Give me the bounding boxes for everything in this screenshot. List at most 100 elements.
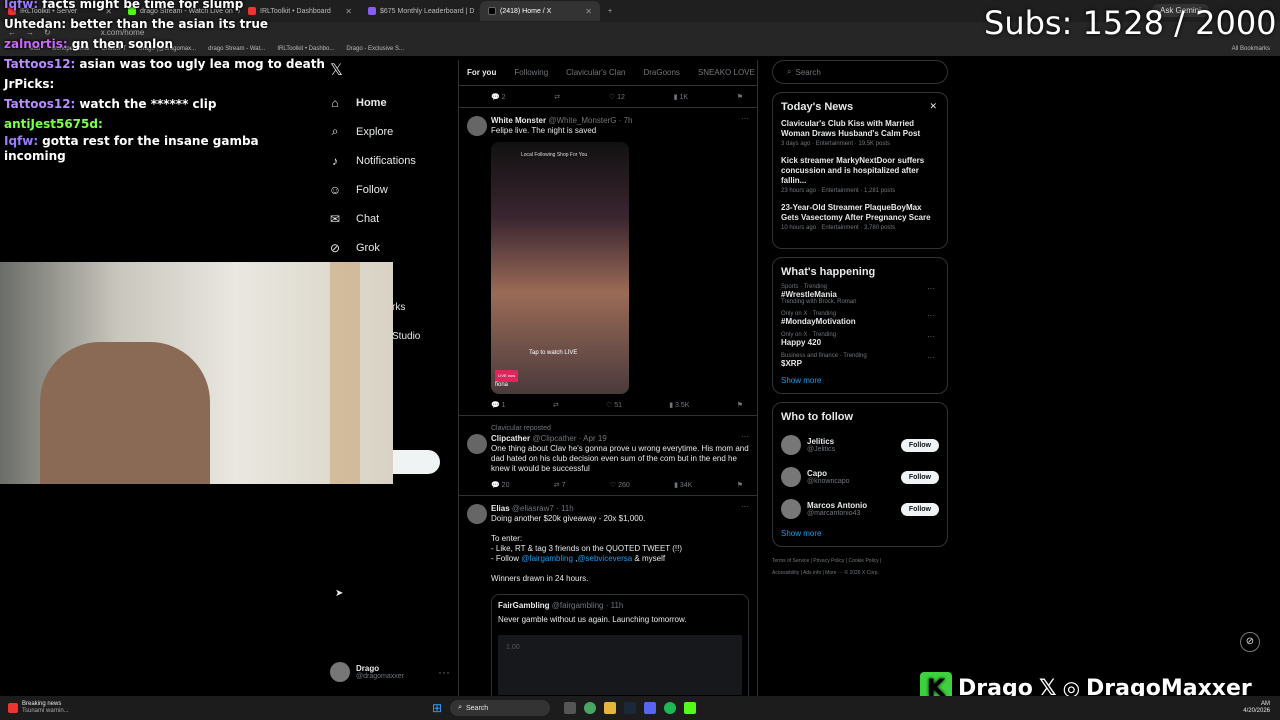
show-more-link[interactable]: Show more <box>781 529 939 538</box>
bookmark-icon[interactable]: ⚑ <box>737 93 743 101</box>
tweet[interactable]: ··· Elias @eliasraw7 · 11h Doing another… <box>459 496 757 696</box>
more-icon[interactable]: ··· <box>438 665 450 679</box>
trend-item[interactable]: Only on X · Trending Happy 420 ··· <box>781 332 939 347</box>
search-icon: ⌕ <box>787 67 792 76</box>
views-count[interactable]: ▮ 1K <box>674 93 688 101</box>
new-tab-button[interactable]: + <box>600 1 620 21</box>
card-title: What's happening <box>781 266 876 278</box>
like-button[interactable]: ♡ 260 <box>610 481 630 489</box>
bell-icon: ♪ <box>332 153 338 168</box>
trend-item[interactable]: Sports · Trending #WrestleMania Trending w… <box>781 284 939 305</box>
chat-message: Iqfw: gotta rest for the insane gamba inc… <box>0 134 280 164</box>
kick-icon[interactable] <box>684 702 697 714</box>
trend-item[interactable]: Business and finance · Trending $XRP ··· <box>781 353 939 368</box>
like-button[interactable]: ♡ 51 <box>606 401 622 409</box>
tab-sneako[interactable]: SNEAKO LOVE SPEED <box>698 68 757 77</box>
repost-button[interactable]: ⇄ 7 <box>554 481 566 489</box>
follow-button[interactable]: Follow <box>900 502 939 516</box>
views-count[interactable]: ▮ 3.5K <box>669 401 689 409</box>
follow-suggestion[interactable]: Jelitics @Jelitics Follow <box>781 429 939 461</box>
follow-button[interactable]: Follow <box>900 438 939 452</box>
windows-start-icon[interactable]: ⊞ <box>432 701 442 715</box>
follow-suggestion[interactable]: Marcos Antonio @marcantonio43 Follow <box>781 493 939 525</box>
nav-item-follow[interactable]: ☺ Follow <box>328 175 458 204</box>
news-widget[interactable]: Breaking news Tsunami warnin... <box>0 701 120 715</box>
mouse-cursor-icon: ➤ <box>335 588 344 599</box>
post-button[interactable] <box>392 450 440 474</box>
news-item[interactable]: Kick streamer MarkyNextDoor suffers conc… <box>781 156 939 194</box>
grok-float-icon[interactable]: ⊘ <box>1240 632 1260 652</box>
tab-clavicular-clan[interactable]: Clavicular's Clan <box>566 68 625 77</box>
follow-suggestion[interactable]: Capo @knowncapo Follow <box>781 461 939 493</box>
bookmark-icon[interactable]: ⚑ <box>737 481 743 489</box>
discord-icon[interactable] <box>644 702 657 714</box>
x-logo-icon[interactable]: 𝕏 <box>328 60 458 88</box>
search-input[interactable]: ⌕ Search <box>772 60 948 84</box>
nav-item-notifications[interactable]: ♪ Notifications <box>328 146 458 175</box>
folder-icon[interactable] <box>604 702 617 714</box>
nav-item-label: Home <box>356 96 387 109</box>
reply-button[interactable]: 💬 1 <box>491 401 506 409</box>
account-switcher[interactable]: Drago @dragomaxxer ··· <box>330 662 450 682</box>
spotify-icon[interactable] <box>664 702 677 714</box>
chrome-icon[interactable] <box>584 702 597 714</box>
reply-button[interactable]: 💬 2 <box>491 93 506 101</box>
nav-item-explore[interactable]: ⌕ Explore <box>328 117 458 146</box>
tweet[interactable]: ··· White Monster @White_MonsterG · 7h F… <box>459 108 757 394</box>
tweet[interactable]: Clavicular reposted ··· Clipcather @Clip… <box>459 416 757 474</box>
news-item[interactable]: Clavicular's Club Kiss with Married Woma… <box>781 119 939 147</box>
x-sidebar-nav: 𝕏 ⌂ Home ⌕ Explore ♪ Notifications ☺ Follow ✉ Cha… <box>328 60 458 262</box>
nav-item-grok[interactable]: ⊘ Grok <box>328 233 458 262</box>
app-icon[interactable] <box>564 702 577 714</box>
chat-text: gn then sonlon <box>71 37 173 51</box>
trend-item[interactable]: Only on X · Trending #MondayMotivation ··· <box>781 311 939 326</box>
tweet-text: Doing another $20k giveaway - 20x $1,000… <box>491 514 646 523</box>
bookmark-item[interactable]: Drago - Exclusive S... <box>346 46 404 52</box>
mention-link[interactable]: @sebviceversa <box>577 554 632 563</box>
taskbar-clock[interactable]: AM 4/20/2026 <box>1243 701 1270 715</box>
person-add-icon: ☺ <box>328 182 342 197</box>
tab-dragoons[interactable]: DraGoons <box>643 68 679 77</box>
tweet-handle: @Clipcather · Apr 19 <box>532 434 607 443</box>
taskbar-search[interactable]: ⌕ Search <box>450 700 551 716</box>
close-icon[interactable]: ✕ <box>585 7 592 16</box>
nav-item-partial[interactable]: rks <box>392 302 405 313</box>
more-icon[interactable]: ··· <box>741 114 749 124</box>
tweet-text: Winners drawn in 24 hours. <box>491 574 589 583</box>
chat-message: zalnortis: gn then sonlon <box>0 34 300 54</box>
tweet-author: Elias <box>491 504 510 513</box>
stream-chat-overlay: Iqfw: facts might be time for slump Uhteda… <box>0 0 325 164</box>
repost-button[interactable]: ⇄ <box>554 93 560 101</box>
repost-button[interactable]: ⇄ <box>553 401 559 409</box>
close-icon[interactable]: ✕ <box>929 101 937 112</box>
follow-button[interactable]: Follow <box>900 470 939 484</box>
chat-message: antiJest5675d: <box>0 114 300 134</box>
views-count[interactable]: ▮ 34K <box>674 481 692 489</box>
tweet-media-live-preview[interactable]: Local Following Shop For You Tap to watc… <box>491 142 629 394</box>
nav-item-partial[interactable]: Studio <box>392 331 420 342</box>
mention-link[interactable]: @fairgambling <box>521 554 573 563</box>
like-button[interactable]: ♡ 12 <box>609 93 625 101</box>
tweet-author: White Monster <box>491 116 547 125</box>
bookmark-icon[interactable]: ⚑ <box>737 401 743 409</box>
news-item[interactable]: 23-Year-Old Streamer PlaqueBoyMax Gets V… <box>781 203 939 231</box>
more-icon: ··· <box>927 332 935 341</box>
nav-item-home[interactable]: ⌂ Home <box>328 88 458 117</box>
more-icon[interactable]: ··· <box>741 432 749 442</box>
browser-tab[interactable]: $675 Monthly Leaderboard | D✕ <box>360 1 480 21</box>
close-icon[interactable]: ✕ <box>345 7 352 16</box>
tab-for-you[interactable]: For you <box>467 68 496 77</box>
more-icon[interactable]: ··· <box>741 502 749 512</box>
repost-indicator: Clavicular reposted <box>491 425 551 432</box>
steam-icon[interactable] <box>624 702 637 714</box>
avatar <box>781 467 801 487</box>
show-more-link[interactable]: Show more <box>781 376 939 385</box>
card-title: Who to follow <box>781 411 854 423</box>
tab-following[interactable]: Following <box>514 68 548 77</box>
all-bookmarks[interactable]: All Bookmarks <box>1232 46 1270 52</box>
reply-button[interactable]: 💬 20 <box>491 481 509 489</box>
tweet-handle: @eliasraw7 · 11h <box>511 504 574 513</box>
nav-item-chat[interactable]: ✉ Chat <box>328 204 458 233</box>
browser-tab-active[interactable]: (2418) Home / X ✕ <box>480 1 600 21</box>
quote-tweet[interactable]: FairGambling @fairgambling · 11h Never g… <box>491 594 749 696</box>
